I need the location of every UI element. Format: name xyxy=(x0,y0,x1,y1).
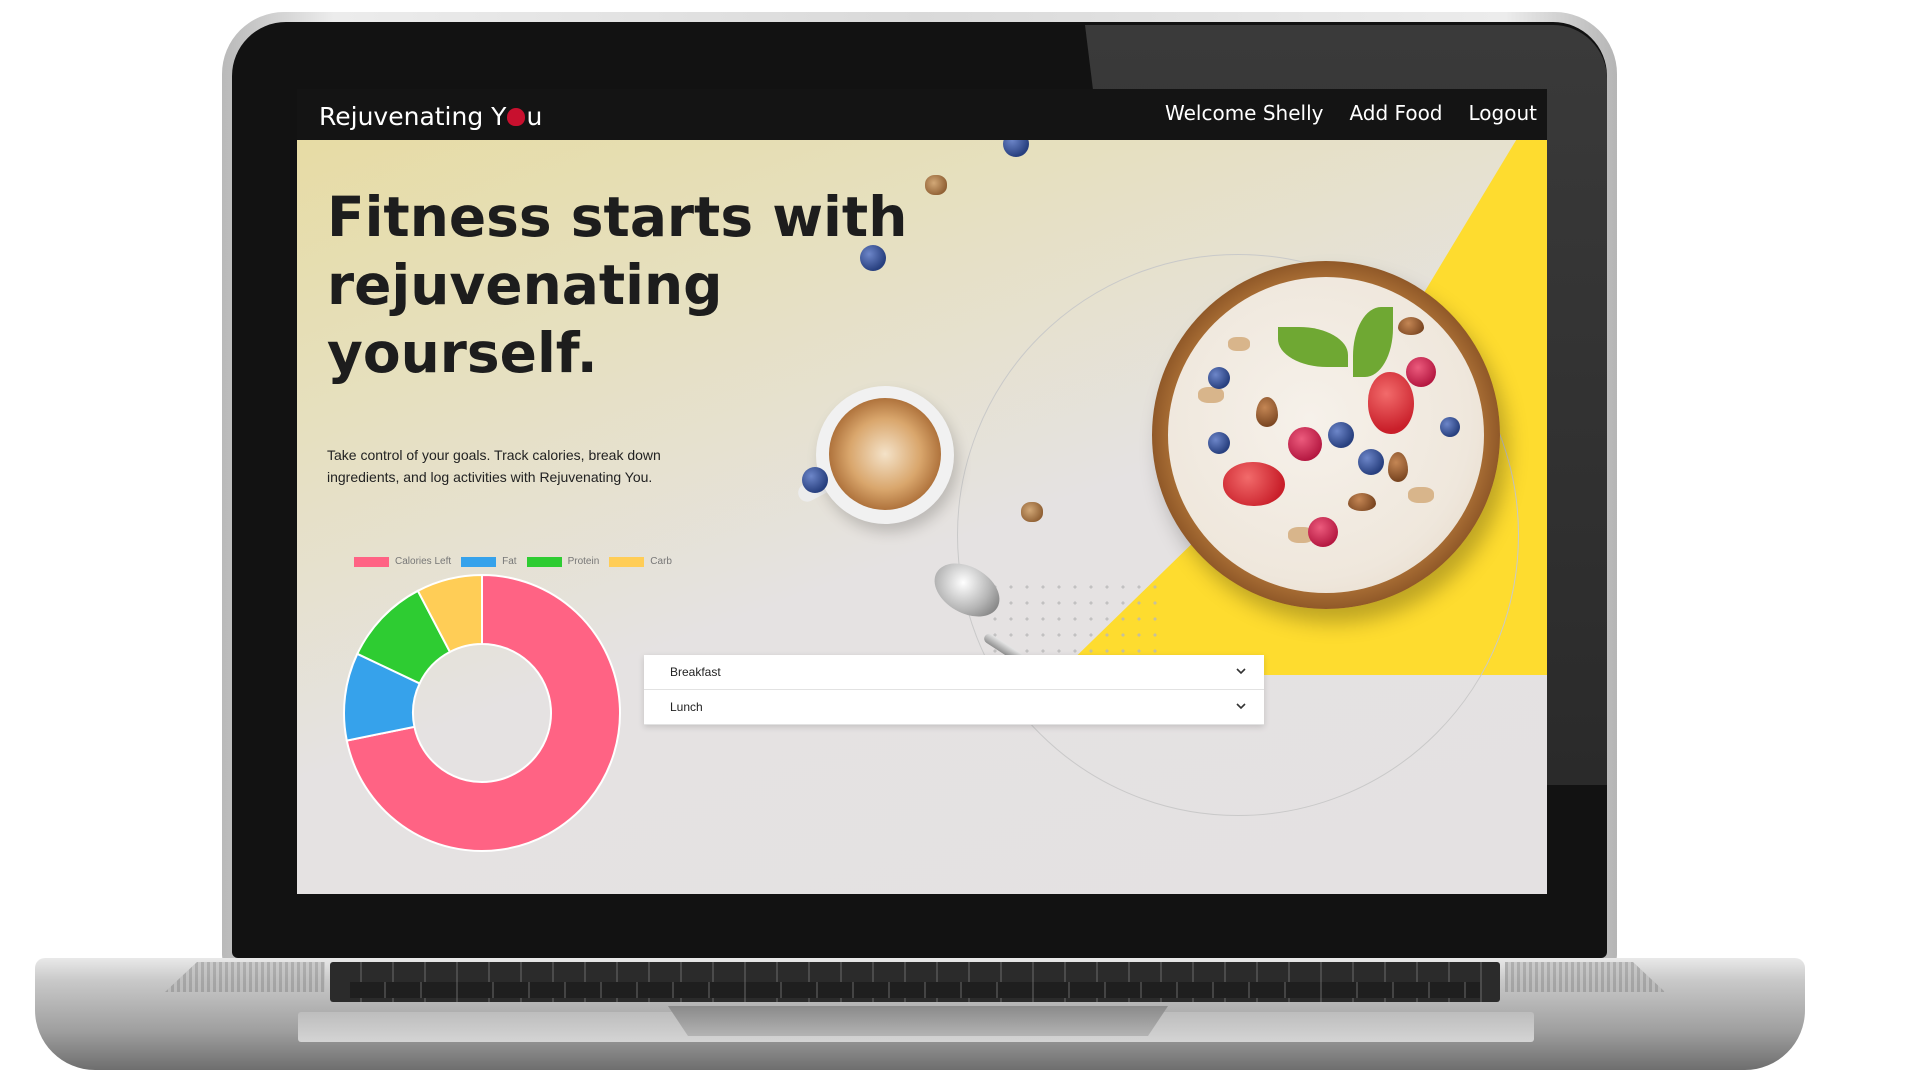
accordion-lunch[interactable]: Lunch xyxy=(644,690,1264,725)
legend-swatch xyxy=(461,556,497,567)
legend-swatch xyxy=(526,556,562,567)
legend-label: Fat xyxy=(502,556,517,567)
blueberry xyxy=(1440,417,1460,437)
legend-label: Calories Left xyxy=(395,556,452,567)
oat-flake xyxy=(1228,337,1250,351)
app-screen: Rejuvenating Y u Welcome Shelly Add Food … xyxy=(297,89,1547,894)
chevron-down-icon xyxy=(1236,703,1246,710)
strawberry xyxy=(1368,372,1414,434)
walnut xyxy=(925,175,947,195)
nav-logout-link[interactable]: Logout xyxy=(1469,101,1537,125)
blueberry xyxy=(1358,449,1384,475)
blueberry xyxy=(802,467,828,493)
brand-text-prefix: Rejuvenating Y xyxy=(319,102,507,131)
hero-title: Fitness starts with rejuvenating yoursel… xyxy=(327,185,908,385)
brand-logo[interactable]: Rejuvenating Y u xyxy=(319,102,542,131)
nav-welcome-link[interactable]: Welcome Shelly xyxy=(1165,101,1323,125)
oat-flake xyxy=(1408,487,1434,503)
brand-text-suffix: u xyxy=(526,102,543,131)
nav-add-food-link[interactable]: Add Food xyxy=(1349,101,1442,125)
meal-accordion: Breakfast Lunch xyxy=(644,655,1264,725)
trackpad-notch xyxy=(668,1006,1168,1036)
macro-donut-chart xyxy=(343,573,621,852)
keyboard-row xyxy=(350,982,1480,998)
mint-leaf xyxy=(1353,307,1393,377)
accordion-label: Lunch xyxy=(670,700,703,714)
chevron-down-icon xyxy=(1236,668,1246,675)
raspberry xyxy=(1308,517,1338,547)
raspberry xyxy=(1406,357,1436,387)
blueberry xyxy=(1328,422,1354,448)
almond xyxy=(1388,452,1408,482)
oat-flake xyxy=(1198,387,1224,403)
bowl-contents xyxy=(1168,277,1484,593)
raspberry xyxy=(1288,427,1322,461)
blueberry xyxy=(1208,367,1230,389)
legend-label: Protein xyxy=(567,556,600,567)
almond xyxy=(1398,317,1424,335)
almond xyxy=(1256,397,1278,427)
top-navbar: Rejuvenating Y u Welcome Shelly Add Food … xyxy=(297,89,1547,140)
legend-item-protein[interactable]: Protein xyxy=(526,556,600,567)
legend-swatch xyxy=(354,556,389,567)
mint-leaf xyxy=(1278,327,1348,367)
legend-item-calories-left[interactable]: Calories Left xyxy=(354,556,451,567)
accordion-label: Breakfast xyxy=(670,665,721,679)
walnut xyxy=(1021,502,1043,522)
strawberry xyxy=(1223,462,1285,506)
nav-links: Welcome Shelly Add Food Logout xyxy=(1165,101,1537,125)
apple-icon xyxy=(507,108,526,126)
accordion-breakfast[interactable]: Breakfast xyxy=(644,655,1264,690)
legend-swatch xyxy=(609,556,645,567)
almond xyxy=(1348,493,1376,511)
legend-item-carb[interactable]: Carb xyxy=(609,556,672,567)
hero-subtitle: Take control of your goals. Track calori… xyxy=(327,447,661,485)
legend-label: Carb xyxy=(650,556,672,567)
latte-art xyxy=(829,398,941,510)
chart-legend: Calories Left Fat Protein Carb xyxy=(354,556,672,567)
legend-item-fat[interactable]: Fat xyxy=(461,556,517,567)
blueberry xyxy=(1208,432,1230,454)
